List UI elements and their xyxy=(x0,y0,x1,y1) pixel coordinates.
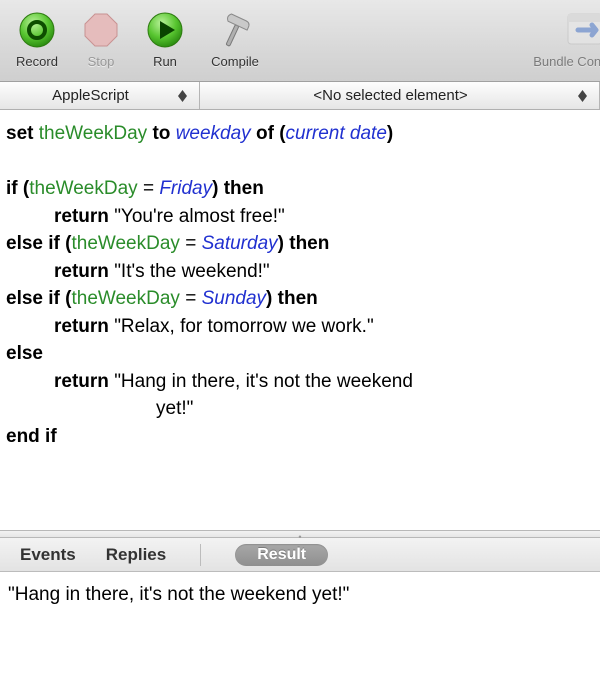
toolbar: Record Stop Run Compile xyxy=(0,0,600,82)
updown-icon xyxy=(575,90,589,102)
stop-icon xyxy=(79,8,123,52)
element-selector[interactable]: <No selected element> xyxy=(200,82,600,109)
stop-label: Stop xyxy=(88,54,115,69)
record-button[interactable]: Record xyxy=(8,6,66,69)
compile-button[interactable]: Compile xyxy=(200,6,270,69)
run-label: Run xyxy=(153,54,177,69)
run-button[interactable]: Run xyxy=(136,6,194,69)
result-text: "Hang in there, it's not the weekend yet… xyxy=(8,584,349,605)
tab-result[interactable]: Result xyxy=(235,544,328,566)
code-line: else xyxy=(6,340,594,368)
code-line: yet!" xyxy=(6,395,594,423)
result-tabs: Events Replies Result xyxy=(0,538,600,572)
code-line: return "You're almost free!" xyxy=(6,203,594,231)
record-label: Record xyxy=(16,54,58,69)
tab-separator xyxy=(200,544,201,566)
result-pane: "Hang in there, it's not the weekend yet… xyxy=(0,572,600,618)
language-selector[interactable]: AppleScript xyxy=(0,82,200,109)
record-icon xyxy=(15,8,59,52)
code-line xyxy=(6,148,594,176)
dropdown-row: AppleScript <No selected element> xyxy=(0,82,600,110)
code-line: return "Relax, for tomorrow we work." xyxy=(6,313,594,341)
split-divider[interactable]: • xyxy=(0,530,600,538)
code-line: return "Hang in there, it's not the week… xyxy=(6,368,594,396)
tab-events[interactable]: Events xyxy=(20,545,76,565)
code-line: set theWeekDay to weekday of (current da… xyxy=(6,120,594,148)
code-line: else if (theWeekDay = Sunday) then xyxy=(6,285,594,313)
element-label: <No selected element> xyxy=(216,87,565,104)
bundle-label: Bundle Conte xyxy=(533,54,600,69)
tab-replies[interactable]: Replies xyxy=(106,545,166,565)
code-line: if (theWeekDay = Friday) then xyxy=(6,175,594,203)
code-line: return "It's the weekend!" xyxy=(6,258,594,286)
run-icon xyxy=(143,8,187,52)
bundle-contents-button[interactable]: Bundle Conte xyxy=(502,6,600,69)
code-editor[interactable]: set theWeekDay to weekday of (current da… xyxy=(0,110,600,530)
language-label: AppleScript xyxy=(16,87,165,104)
stop-button: Stop xyxy=(72,6,130,69)
updown-icon xyxy=(175,90,189,102)
code-line: end if xyxy=(6,423,594,451)
grip-icon: • xyxy=(298,532,301,542)
hammer-icon xyxy=(213,8,257,52)
code-line: else if (theWeekDay = Saturday) then xyxy=(6,230,594,258)
bundle-icon xyxy=(562,8,600,52)
compile-label: Compile xyxy=(211,54,259,69)
